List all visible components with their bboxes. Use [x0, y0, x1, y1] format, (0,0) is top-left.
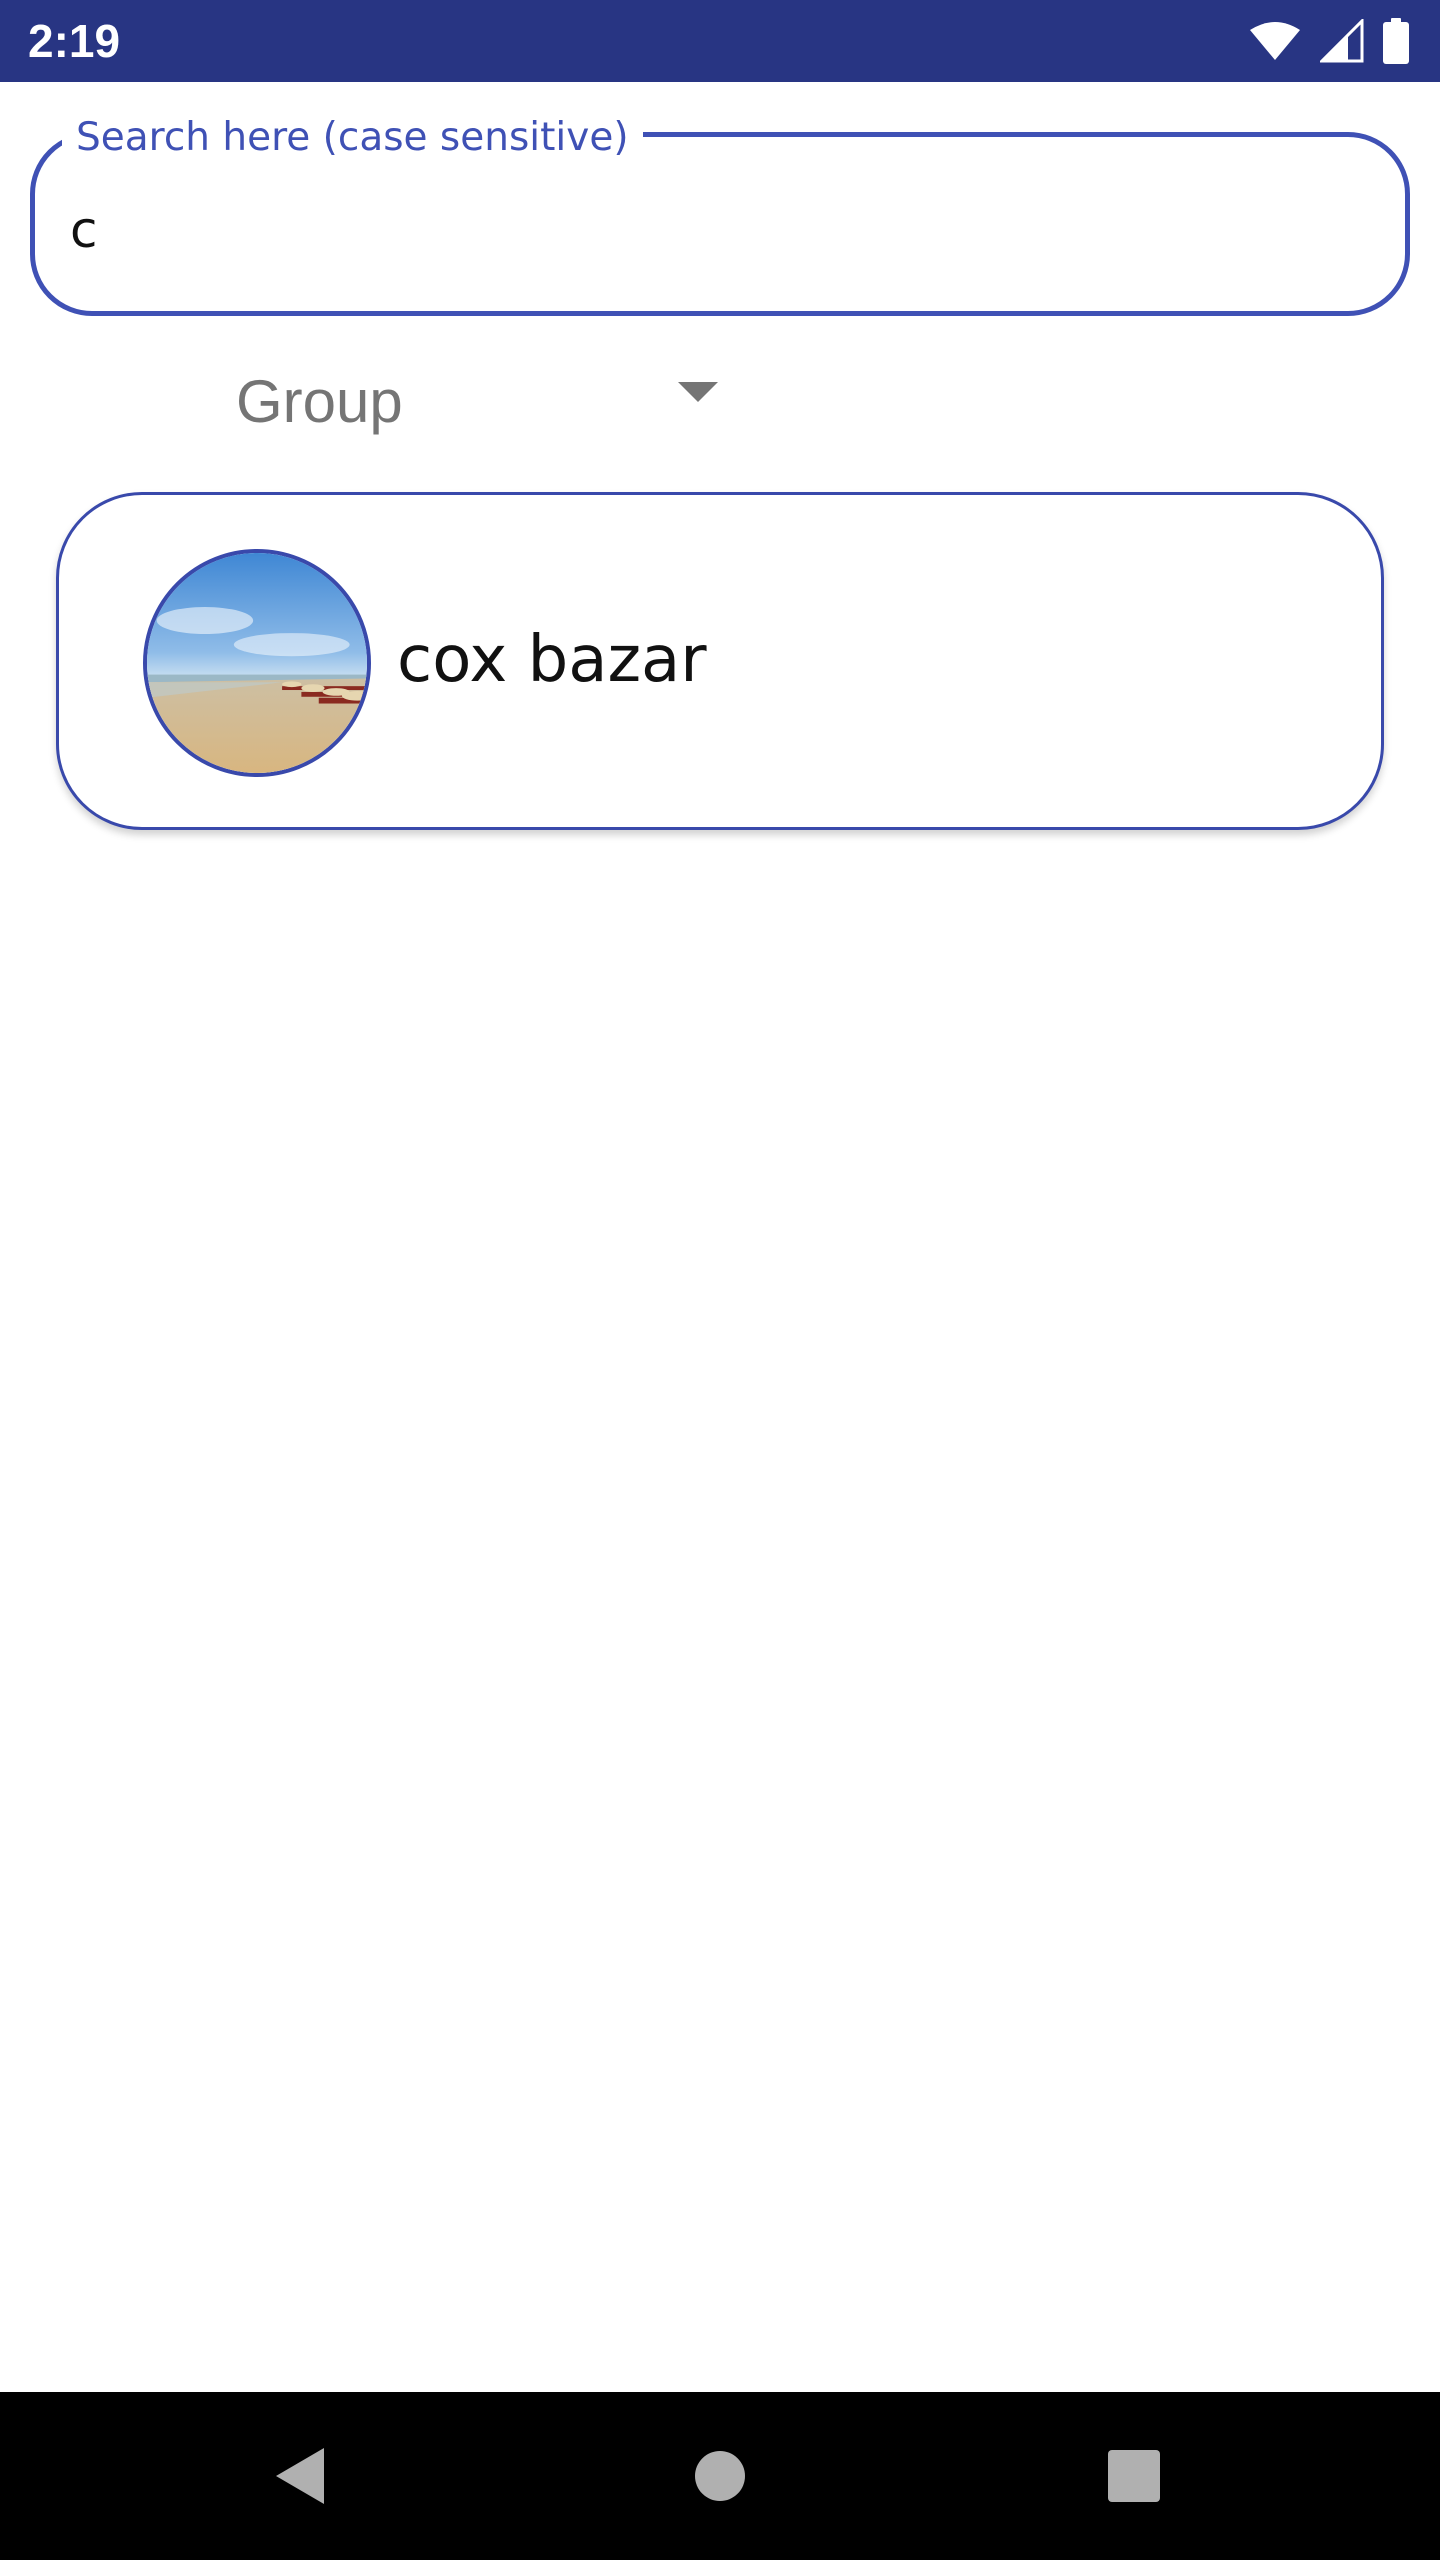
status-time: 2:19 — [28, 15, 121, 67]
battery-icon — [1382, 18, 1410, 64]
search-label: Search here (case sensitive) — [62, 112, 643, 164]
status-icons — [1248, 18, 1410, 64]
cell-signal-icon — [1320, 19, 1364, 63]
home-icon[interactable] — [670, 2426, 770, 2526]
result-title: cox bazar — [397, 623, 707, 697]
wifi-icon — [1248, 20, 1302, 62]
search-input[interactable] — [70, 190, 1370, 270]
dropdown-arrow-icon — [676, 380, 720, 404]
group-dropdown[interactable]: Group — [200, 350, 740, 460]
result-card-cox-bazar[interactable]: cox bazar — [56, 492, 1384, 830]
beach-thumbnail — [143, 549, 371, 777]
group-dropdown-label: Group — [236, 368, 403, 435]
recents-icon[interactable] — [1084, 2426, 1184, 2526]
back-icon[interactable] — [250, 2426, 350, 2526]
navigation-bar — [0, 2392, 1440, 2560]
status-bar: 2:19 — [0, 0, 1440, 82]
